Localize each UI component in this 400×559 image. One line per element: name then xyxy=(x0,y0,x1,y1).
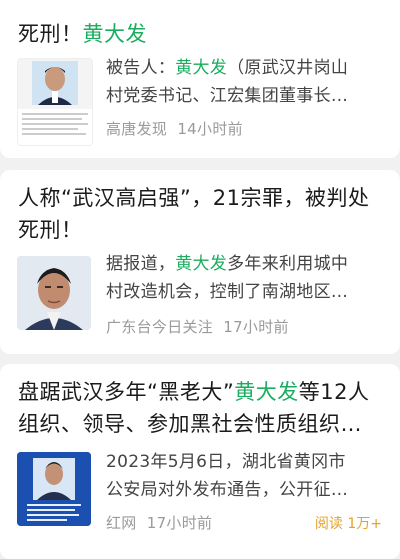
portrait-icon xyxy=(17,256,91,330)
result-thumbnail-1[interactable] xyxy=(17,58,93,146)
wanted-poster-icon xyxy=(17,452,91,526)
time-label: 17小时前 xyxy=(223,318,289,336)
result-title-3[interactable]: 盘踞武汉多年“黑老大”黄大发等12人 组织、领导、参加黑社会性质组织… xyxy=(18,376,386,440)
result-thumbnail-2[interactable] xyxy=(17,256,91,330)
result-title-2[interactable]: 人称“武汉高启强”，21宗罪，被判处 死刑！ xyxy=(18,182,386,246)
result-title-1[interactable]: 死刑！黄大发 xyxy=(18,18,386,50)
portrait-icon xyxy=(18,59,92,135)
result-meta-2: 广东台今日关注 17小时前 xyxy=(106,316,289,337)
result-card-2[interactable]: 人称“武汉高启强”，21宗罪，被判处 死刑！ 据报道，黄大发多年来利用城中 村改… xyxy=(0,170,400,354)
title-text: 死刑！ xyxy=(18,22,83,46)
result-card-3[interactable]: 盘踞武汉多年“黑老大”黄大发等12人 组织、领导、参加黑社会性质组织… 2023… xyxy=(0,364,400,559)
source-label[interactable]: 红网 xyxy=(106,514,137,532)
read-count: 阅读 1万+ xyxy=(314,516,382,532)
result-meta-1: 高唐发现 14小时前 xyxy=(106,118,243,139)
result-thumbnail-3[interactable] xyxy=(17,452,91,526)
source-label[interactable]: 高唐发现 xyxy=(106,120,167,138)
result-snippet-3: 2023年5月6日，湖北省黄冈市 公安局对外发布通告，公开征… xyxy=(106,452,349,500)
result-snippet-2: 据报道，黄大发多年来利用城中 村改造机会，控制了南湖地区… xyxy=(106,254,349,302)
result-snippet-1: 被告人：黄大发（原武汉井岗山 村党委书记、江宏集团董事长… xyxy=(106,58,349,106)
time-label: 14小时前 xyxy=(177,120,243,138)
result-card-1[interactable]: 死刑！黄大发 被告人：黄大发（原武汉井岗山 村党委书记、江宏集团董事长… 高唐发… xyxy=(0,0,400,158)
result-meta-3: 红网 17小时前 xyxy=(106,512,212,533)
time-label: 17小时前 xyxy=(146,514,213,532)
source-label[interactable]: 广东台今日关注 xyxy=(106,318,213,336)
title-highlight: 黄大发 xyxy=(82,22,147,46)
